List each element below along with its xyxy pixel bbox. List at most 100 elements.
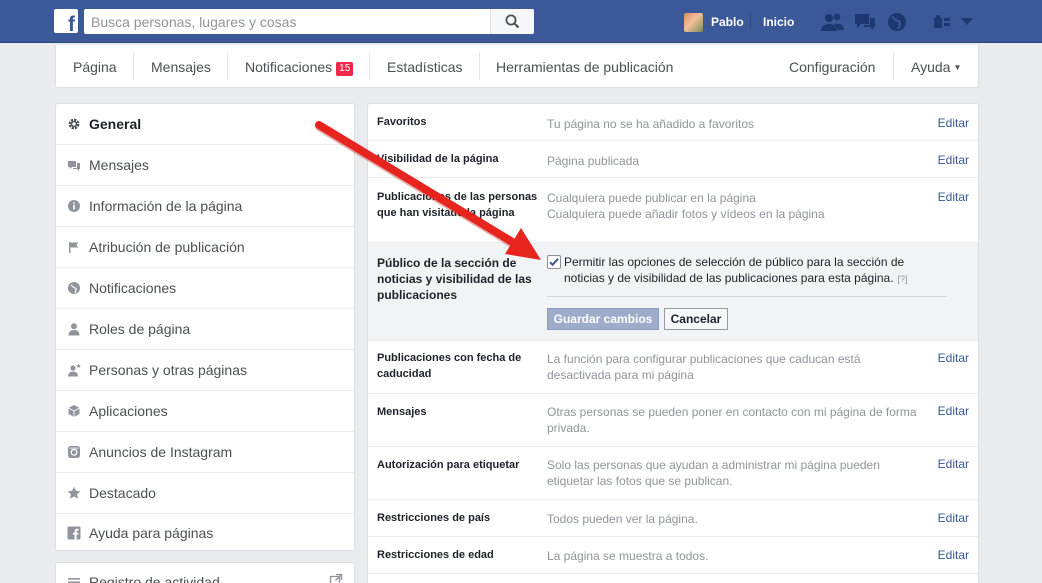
- user-name: Pablo: [711, 15, 744, 29]
- settings-row-pais: Restricciones de país Todos pueden ver l…: [368, 500, 978, 537]
- edit-link[interactable]: Editar: [938, 351, 969, 365]
- sidebar-item-label: Anuncios de Instagram: [89, 444, 233, 460]
- general-settings-table: Favoritos Tu página no se ha añadido a f…: [367, 103, 979, 583]
- divider: [750, 13, 751, 30]
- sidebar-item-mensajes[interactable]: Mensajes: [56, 145, 354, 186]
- setting-value: La página se muestra a todos.: [547, 549, 709, 563]
- divider: [479, 53, 480, 80]
- divider: [133, 53, 134, 80]
- setting-value: Otras personas se pueden poner en contac…: [547, 405, 917, 435]
- facebook-logo-icon[interactable]: f: [54, 9, 78, 35]
- setting-label: Autorización para etiquetar: [377, 459, 520, 471]
- settings-row-caducidad: Publicaciones con fecha de caducidad La …: [368, 341, 978, 394]
- divider: [893, 53, 894, 80]
- sidebar-item-notificaciones[interactable]: Notificaciones: [56, 268, 354, 309]
- tab-notificaciones[interactable]: Notificaciones 15: [245, 59, 354, 76]
- sidebar-item-label: Registro de actividad: [89, 574, 220, 583]
- edit-link[interactable]: Editar: [938, 511, 969, 525]
- privacy-shortcuts-icon[interactable]: [932, 11, 952, 33]
- setting-label: Mensajes: [377, 406, 427, 418]
- checkbox-label: Permitir las opciones de selección de pú…: [564, 254, 924, 287]
- tab-pagina[interactable]: Página: [73, 59, 117, 75]
- setting-label: Publicaciones con fecha de caducidad: [377, 352, 522, 380]
- messages-icon: [67, 158, 81, 172]
- edit-link[interactable]: Editar: [938, 404, 969, 418]
- sidebar-item-registro[interactable]: Registro de actividad: [56, 563, 354, 583]
- sidebar-item-general[interactable]: General: [56, 104, 354, 145]
- sidebar-item-ayuda[interactable]: Ayuda para páginas: [56, 514, 354, 551]
- edit-link[interactable]: Editar: [938, 190, 969, 204]
- setting-value: Tu página no se ha añadido a favoritos: [547, 117, 755, 131]
- sidebar-item-label: Notificaciones: [89, 280, 177, 296]
- sidebar-item-destacado[interactable]: Destacado: [56, 473, 354, 514]
- sidebar-item-atribucion[interactable]: Atribución de publicación: [56, 227, 354, 268]
- setting-label: Restricciones de país: [377, 512, 491, 524]
- sidebar-item-label: Aplicaciones: [89, 403, 168, 419]
- sidebar-item-personas[interactable]: Personas y otras páginas: [56, 350, 354, 391]
- search-input[interactable]: [84, 9, 489, 34]
- globe-icon: [67, 281, 81, 295]
- star-icon: [67, 486, 81, 500]
- sidebar-item-label: Roles de página: [89, 321, 191, 337]
- setting-label: Favoritos: [377, 116, 427, 128]
- setting-value: Solo las personas que ayudan a administr…: [547, 458, 880, 488]
- sidebar-item-label: Atribución de publicación: [89, 239, 245, 255]
- sidebar-item-aplicaciones[interactable]: Aplicaciones: [56, 391, 354, 432]
- person-icon: [67, 322, 81, 336]
- search-icon: [505, 14, 520, 29]
- facebook-icon: [67, 526, 81, 540]
- flag-icon: [67, 240, 81, 254]
- sidebar-item-label: Mensajes: [89, 157, 149, 173]
- tab-configuracion[interactable]: Configuración: [789, 59, 875, 75]
- settings-sidebar: General Mensajes Información de la págin…: [55, 103, 355, 551]
- sidebar-item-label: Destacado: [89, 485, 156, 501]
- settings-row-visibilidad: Visibilidad de la página Página publicad…: [368, 141, 978, 178]
- help-dropdown[interactable]: Ayuda ▼: [911, 59, 961, 75]
- setting-value: Todos pueden ver la página.: [547, 512, 698, 526]
- setting-label: Visibilidad de la página: [377, 153, 499, 165]
- activity-log-panel: Registro de actividad: [55, 562, 355, 583]
- setting-label: Público de la sección de noticias y visi…: [377, 256, 532, 302]
- setting-value: La función para configurar publicaciones…: [547, 352, 861, 382]
- settings-row-edad: Restricciones de edad La página se muest…: [368, 537, 978, 574]
- checkmark-icon: [549, 258, 559, 267]
- profile-link[interactable]: Pablo: [684, 12, 744, 32]
- search-box: [84, 9, 534, 34]
- list-icon: [67, 575, 81, 583]
- audience-options-checkbox[interactable]: [547, 255, 561, 269]
- messages-icon[interactable]: [853, 11, 877, 33]
- sidebar-item-informacion[interactable]: Información de la página: [56, 186, 354, 227]
- notifications-globe-icon[interactable]: [886, 11, 908, 33]
- tab-herramientas-de-publicacion[interactable]: Herramientas de publicación: [496, 59, 673, 75]
- notification-count-badge: 15: [336, 62, 354, 76]
- checkbox-label-text: Permitir las opciones de selección de pú…: [564, 255, 905, 285]
- friend-requests-icon[interactable]: [820, 11, 846, 33]
- settings-row-publico-seccion-noticias: Público de la sección de noticias y visi…: [368, 243, 978, 341]
- home-link[interactable]: Inicio: [763, 15, 794, 29]
- account-menu-chevron-down-icon[interactable]: [960, 17, 974, 27]
- gear-icon: [67, 117, 81, 131]
- settings-row-mensajes: Mensajes Otras personas se pueden poner …: [368, 394, 978, 447]
- edit-link[interactable]: Editar: [938, 153, 969, 167]
- search-button[interactable]: [490, 9, 534, 34]
- edit-link[interactable]: Editar: [938, 548, 969, 562]
- sidebar-item-instagram[interactable]: Anuncios de Instagram: [56, 432, 354, 473]
- sidebar-item-label: General: [89, 116, 142, 132]
- help-link[interactable]: [?]: [898, 274, 908, 284]
- top-bar: f Pablo Inicio: [0, 0, 1042, 43]
- setting-value: Cualquiera puede publicar en la página: [547, 191, 756, 205]
- settings-row-publicaciones-personas: Publicaciones de las personas que han vi…: [368, 178, 978, 243]
- tab-mensajes[interactable]: Mensajes: [151, 59, 211, 75]
- sidebar-item-label: Información de la página: [89, 198, 243, 214]
- person-star-icon: [67, 363, 81, 377]
- cancel-button[interactable]: Cancelar: [664, 308, 728, 330]
- sidebar-item-roles[interactable]: Roles de página: [56, 309, 354, 350]
- open-external-icon: [329, 573, 343, 583]
- edit-link[interactable]: Editar: [938, 116, 969, 130]
- setting-value: Página publicada: [547, 154, 640, 168]
- sidebar-item-label: Personas y otras páginas: [89, 362, 247, 378]
- edit-link[interactable]: Editar: [938, 457, 969, 471]
- save-changes-button[interactable]: Guardar cambios: [547, 308, 659, 330]
- tab-estadisticas[interactable]: Estadísticas: [387, 59, 462, 75]
- cube-icon: [67, 404, 81, 418]
